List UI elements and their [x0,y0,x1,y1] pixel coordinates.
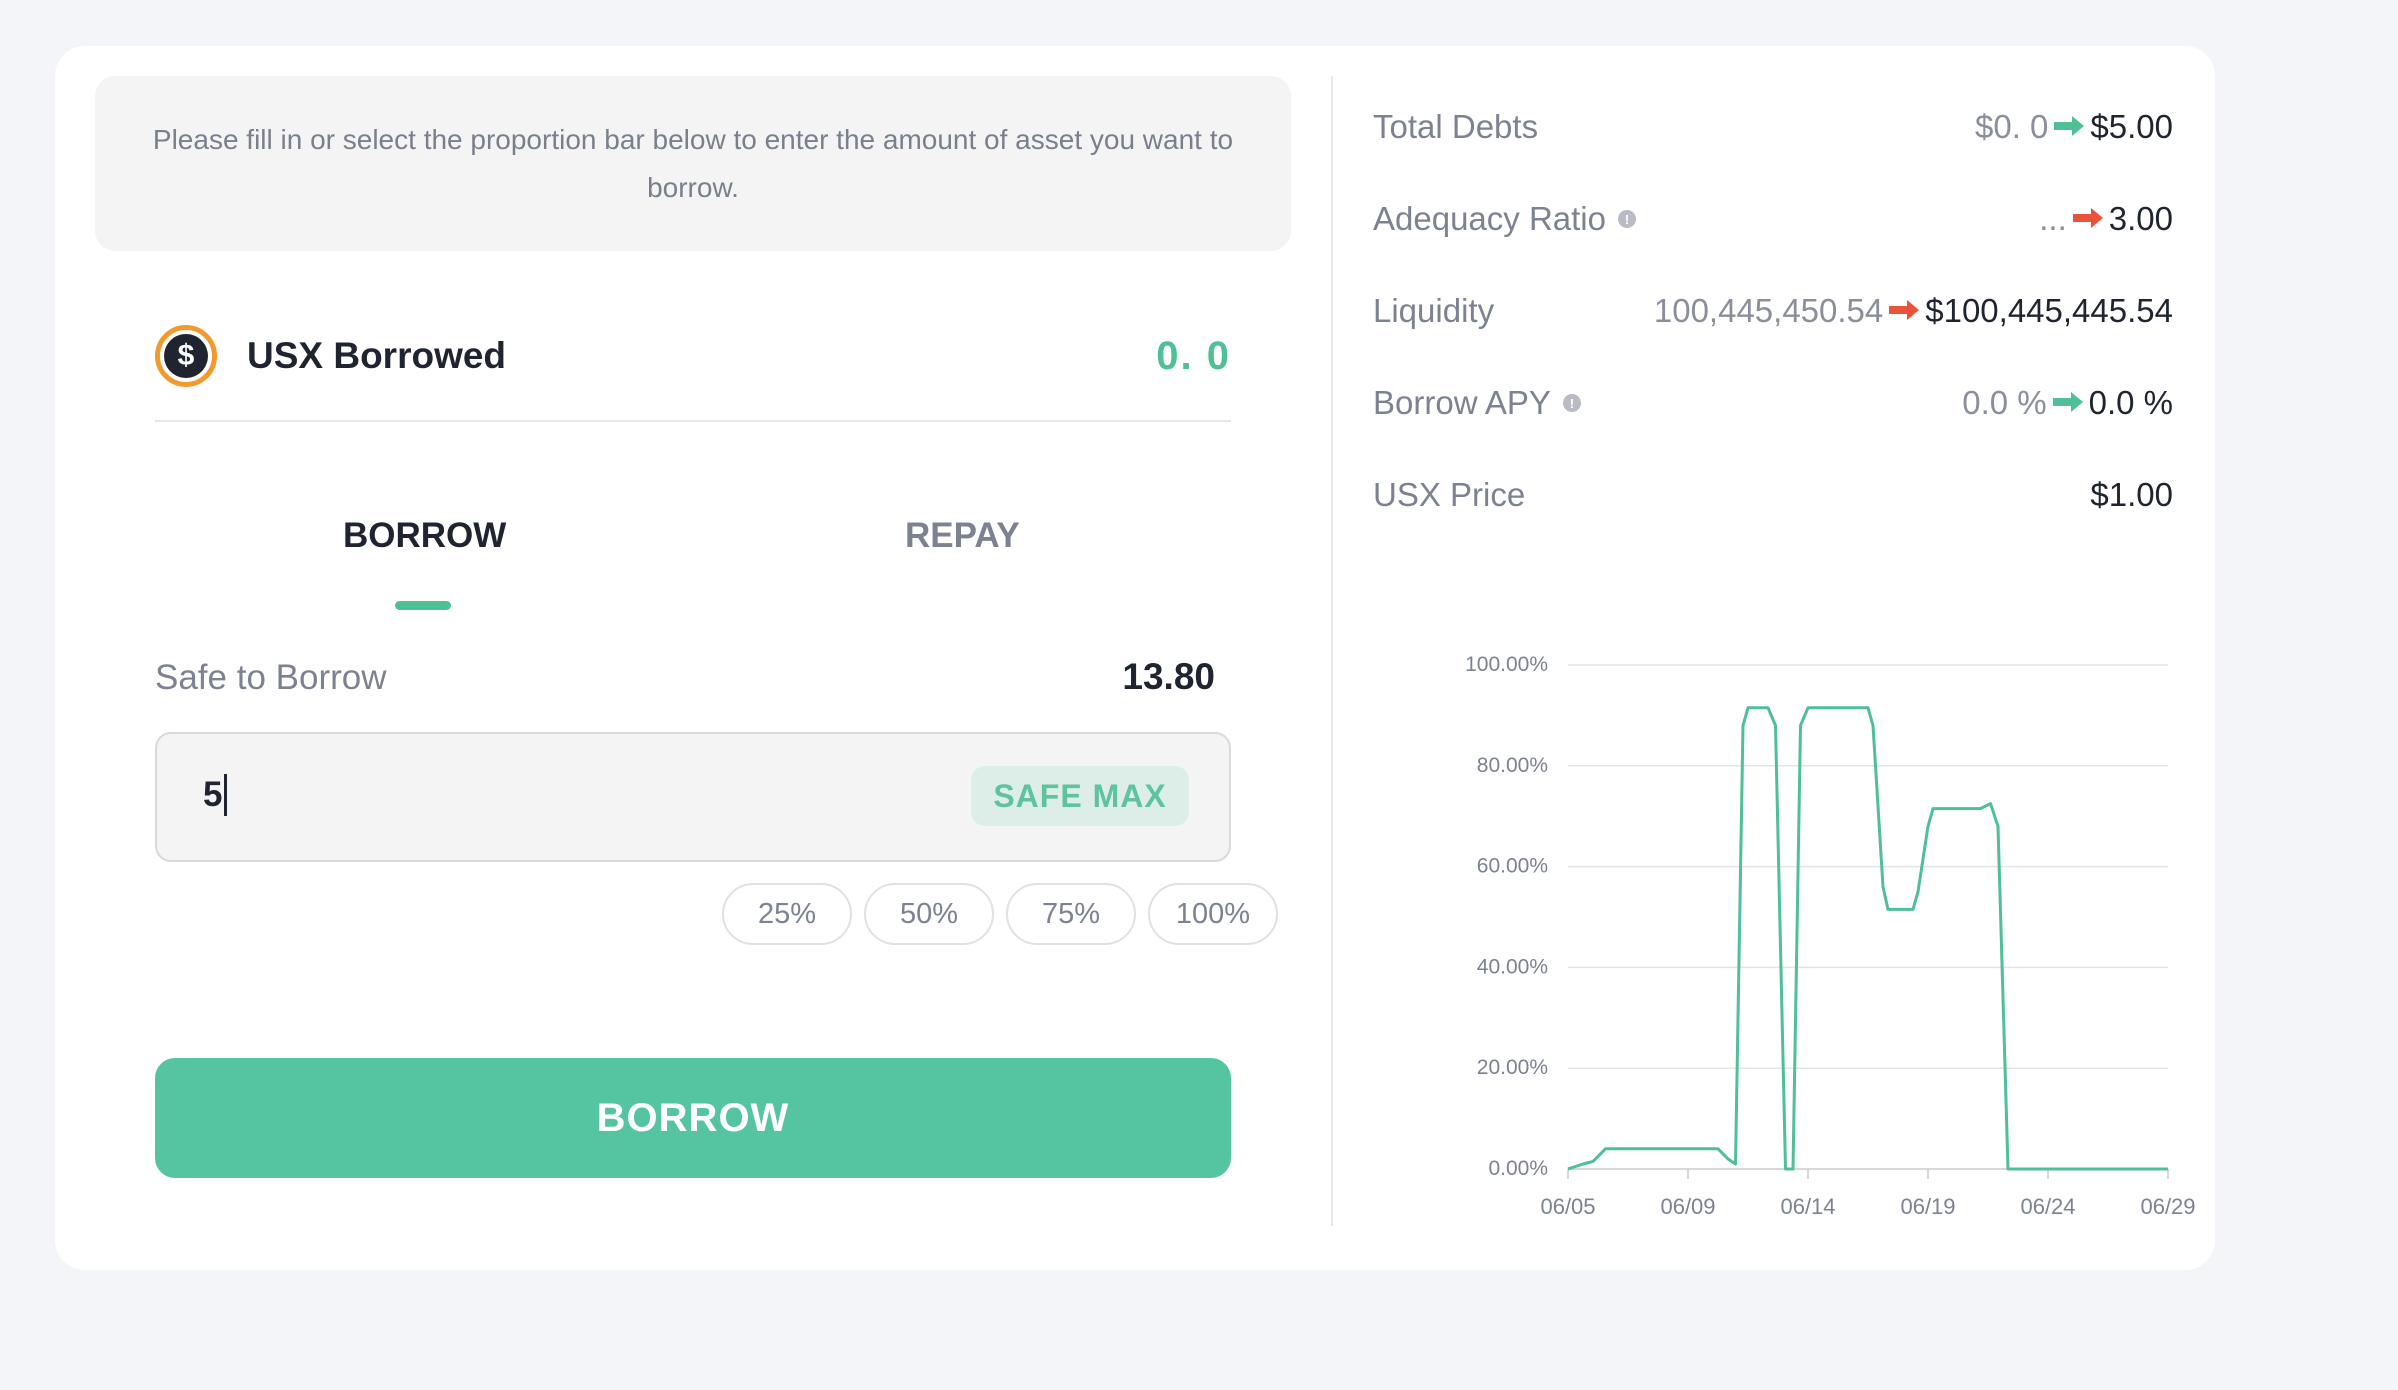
y-tick-label: 0.00% [1488,1157,1548,1180]
chart-svg: 0.00% 20.00% 40.00% 60.00% 80.00% 100.00% 06/0… [1465,653,2195,1219]
amount-input-value[interactable]: 5 [203,774,228,816]
adequacy-ratio-new: 3.00 [2108,200,2173,237]
x-tick-label: 06/24 [2020,1194,2075,1219]
arrow-right-icon [2051,384,2085,422]
x-tick-label: 06/19 [1900,1194,1955,1219]
x-tick-label: 06/14 [1780,1194,1835,1219]
divider [155,420,1231,422]
borrow-card: Please fill in or select the proportion … [55,46,2215,1270]
asset-name: USX Borrowed [247,335,507,376]
total-debts-old: $0. 0 [1975,108,2049,145]
borrow-button[interactable]: BORROW [155,1058,1231,1178]
stat-usx-price: USX Price $1.00 [1373,470,2173,520]
arrow-right-icon [2071,200,2105,238]
percent-buttons: 25% 50% 75% 100% [722,883,1278,945]
borrow-apy-old: 0.0 % [1962,384,2047,421]
y-tick-label: 20.00% [1477,1056,1548,1079]
stat-borrow-apy: Borrow APY ! 0.0 % 0.0 % [1373,378,2173,428]
asset-borrowed-value: 0. 0 [1156,333,1231,378]
percent-75-button[interactable]: 75% [1006,883,1136,945]
adequacy-ratio-old: ... [2039,200,2067,237]
info-icon[interactable]: ! [1617,210,1636,228]
amount-input[interactable]: 5 SAFE MAX [155,732,1231,862]
liquidity-label: Liquidity [1373,292,1495,329]
usx-price-value: $1.00 [2090,476,2173,513]
x-tick-label: 06/29 [2140,1194,2195,1219]
safe-max-button[interactable]: SAFE MAX [971,766,1189,826]
x-tick-label: 06/09 [1660,1194,1715,1219]
total-debts-label: Total Debts [1373,108,1539,145]
adequacy-ratio-label: Adequacy Ratio [1373,200,1606,237]
borrow-apy-chart: 0.00% 20.00% 40.00% 60.00% 80.00% 100.00% 06/0… [1373,586,2213,1246]
borrow-apy-new: 0.0 % [2088,384,2173,421]
y-tick-label: 100.00% [1465,653,1548,676]
info-icon[interactable]: ! [1562,394,1581,412]
stat-liquidity: Liquidity 100,445,450.54 $100,445,445.54 [1373,286,2173,336]
stat-total-debts: Total Debts $0. 0 $5.00 [1373,102,2173,152]
borrow-apy-label: Borrow APY [1373,384,1551,421]
x-tick-label: 06/05 [1540,1194,1595,1219]
y-tick-label: 40.00% [1477,955,1548,978]
arrow-right-icon [2052,108,2086,146]
dollar-coin-icon: $ [155,325,217,387]
asset-row: $ USX Borrowed 0. 0 [155,316,1231,396]
total-debts-new: $5.00 [2090,108,2173,145]
series-line [1567,706,2168,1171]
usx-price-label: USX Price [1373,476,1526,513]
tab-repay[interactable]: REPAY [905,516,1020,556]
arrow-right-icon [1887,292,1921,330]
liquidity-old: 100,445,450.54 [1653,292,1884,329]
percent-25-button[interactable]: 25% [722,883,852,945]
instruction-notice: Please fill in or select the proportion … [95,76,1291,251]
percent-50-button[interactable]: 50% [864,883,994,945]
safe-to-borrow-value: 13.80 [1122,656,1215,697]
liquidity-new: $100,445,445.54 [1925,292,2173,329]
tab-borrow[interactable]: BORROW [343,516,506,556]
y-tick-label: 80.00% [1477,754,1548,777]
stat-adequacy-ratio: Adequacy Ratio ! ... 3.00 [1373,194,2173,244]
active-tab-indicator [395,601,451,610]
y-tick-label: 60.00% [1477,855,1548,878]
safe-to-borrow-label: Safe to Borrow [155,658,387,697]
percent-100-button[interactable]: 100% [1148,883,1278,945]
panel-divider [1331,76,1333,1226]
